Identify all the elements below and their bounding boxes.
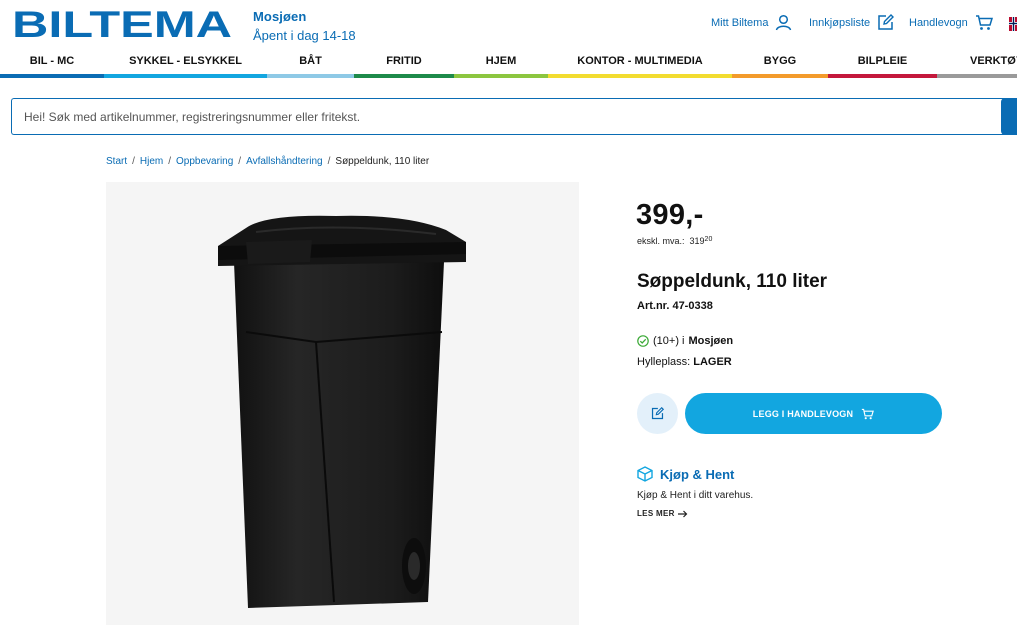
search-button[interactable]	[1001, 98, 1017, 135]
product-price: 399,-	[636, 199, 704, 231]
cart-link[interactable]: Handlevogn	[909, 14, 993, 31]
breadcrumb: Start / Hjem / Oppbevaring / Avfallshånd…	[106, 156, 429, 167]
shopping-list-link[interactable]: Innkjøpsliste	[809, 14, 895, 31]
nav-item-hjem[interactable]: HJEM	[454, 48, 548, 78]
nav-label: HJEM	[485, 55, 517, 67]
product-image[interactable]	[106, 182, 579, 625]
nav-color-bar	[732, 74, 828, 78]
nav-color-bar	[454, 74, 548, 78]
nav-label: BYGG	[763, 55, 797, 67]
store-hours: Åpent i dag 14-18	[253, 28, 356, 43]
nav-label: BIL - MC	[29, 55, 75, 67]
shopping-list-label: Innkjøpsliste	[809, 16, 871, 29]
breadcrumb-link-hjem[interactable]: Hjem	[140, 156, 163, 167]
article-number: Art.nr. 47-0338	[637, 300, 713, 312]
breadcrumb-current: Søppeldunk, 110 liter	[335, 156, 430, 167]
box-icon	[637, 466, 653, 482]
stock-store: Mosjøen	[688, 335, 734, 347]
excl-vat-label: ekskl. mva.:	[637, 236, 685, 246]
search-bar	[11, 98, 1017, 135]
cart-icon	[975, 15, 993, 30]
excl-vat-value: 31920	[689, 236, 713, 246]
nav-color-bar	[0, 74, 104, 78]
nav-item-kontor-multimedia[interactable]: KONTOR - MULTIMEDIA	[548, 48, 732, 78]
user-icon	[776, 14, 792, 31]
click-collect-text: Kjøp & Hent i ditt varehus.	[637, 490, 754, 501]
edit-list-icon	[878, 14, 895, 30]
check-circle-icon	[637, 335, 649, 347]
breadcrumb-link-oppbevaring[interactable]: Oppbevaring	[176, 156, 233, 167]
breadcrumb-link-start[interactable]: Start	[106, 156, 127, 167]
stock-count: (10+) i	[653, 335, 685, 347]
excl-vat-decimals: 20	[704, 236, 713, 243]
click-collect-heading: Kjøp & Hent	[637, 466, 734, 482]
cart-label: Handlevogn	[909, 16, 968, 29]
nav-item-fritid[interactable]: FRITID	[354, 48, 454, 78]
stock-status[interactable]: (10+) i Mosjøen	[637, 335, 733, 347]
nav-item-bilpleie[interactable]: BILPLEIE	[828, 48, 937, 78]
edit-list-icon	[651, 407, 664, 420]
read-more-label: LES MER	[637, 509, 675, 518]
breadcrumb-separator: /	[132, 156, 135, 167]
breadcrumb-link-avfallshandtering[interactable]: Avfallshåndtering	[246, 156, 323, 167]
account-link[interactable]: Mitt Biltema	[711, 14, 792, 31]
shelf-location: Hylleplass: LAGER	[637, 356, 732, 368]
logo-text: BILTEMA	[12, 9, 232, 40]
nav-label: FRITID	[386, 55, 422, 67]
add-to-cart-button[interactable]: LEGG I HANDLEVOGN	[685, 393, 942, 434]
biltema-logo-graphic: BILTEMA	[11, 9, 233, 40]
nav-color-bar	[548, 74, 732, 78]
nav-color-bar	[267, 74, 354, 78]
nav-item-bygg[interactable]: BYGG	[732, 48, 828, 78]
nav-color-bar	[354, 74, 454, 78]
search-input[interactable]	[12, 99, 1002, 134]
nav-item-bat[interactable]: BÅT	[267, 48, 354, 78]
nav-color-bar	[104, 74, 267, 78]
nav-item-sykkel-elsykkel[interactable]: SYKKEL - ELSYKKEL	[104, 48, 267, 78]
read-more-link[interactable]: LES MER	[637, 509, 688, 518]
biltema-logo[interactable]: BILTEMA	[11, 9, 233, 40]
flag-icon[interactable]	[1009, 17, 1017, 31]
category-nav: BIL - MC SYKKEL - ELSYKKEL BÅT FRITID HJ…	[0, 48, 1017, 78]
price-excl-vat: ekskl. mva.: 31920	[637, 236, 712, 246]
breadcrumb-separator: /	[327, 156, 331, 167]
nav-label: SYKKEL - ELSYKKEL	[129, 55, 242, 67]
nav-item-bil-mc[interactable]: BIL - MC	[0, 48, 104, 78]
store-name: Mosjøen	[253, 9, 307, 24]
nav-label: BÅT	[299, 55, 322, 67]
nav-label: BILPLEIE	[857, 55, 908, 67]
cart-icon	[862, 408, 875, 419]
click-collect-title: Kjøp & Hent	[660, 466, 735, 482]
nav-color-bar	[937, 74, 1017, 78]
nav-label: KONTOR - MULTIMEDIA	[577, 55, 703, 67]
add-to-list-button[interactable]	[637, 393, 678, 434]
nav-item-verktoy[interactable]: VERKTØY	[937, 48, 1017, 78]
product-title: Søppeldunk, 110 liter	[637, 271, 828, 292]
breadcrumb-separator: /	[238, 156, 242, 167]
arrow-right-icon	[677, 510, 688, 517]
account-label: Mitt Biltema	[711, 16, 769, 29]
shelf-value: LAGER	[693, 356, 732, 368]
store-selector[interactable]: Mosjøen Åpent i dag 14-18	[253, 9, 356, 43]
nav-color-bar	[828, 74, 937, 78]
shelf-label: Hylleplass:	[637, 356, 691, 368]
trash-bin-image	[218, 215, 466, 608]
nav-label: VERKTØY	[970, 55, 1017, 67]
add-to-cart-label: LEGG I HANDLEVOGN	[752, 408, 854, 419]
breadcrumb-separator: /	[168, 156, 172, 167]
site-header: BILTEMA Mosjøen Åpent i dag 14-18 Mitt B…	[0, 0, 1017, 48]
